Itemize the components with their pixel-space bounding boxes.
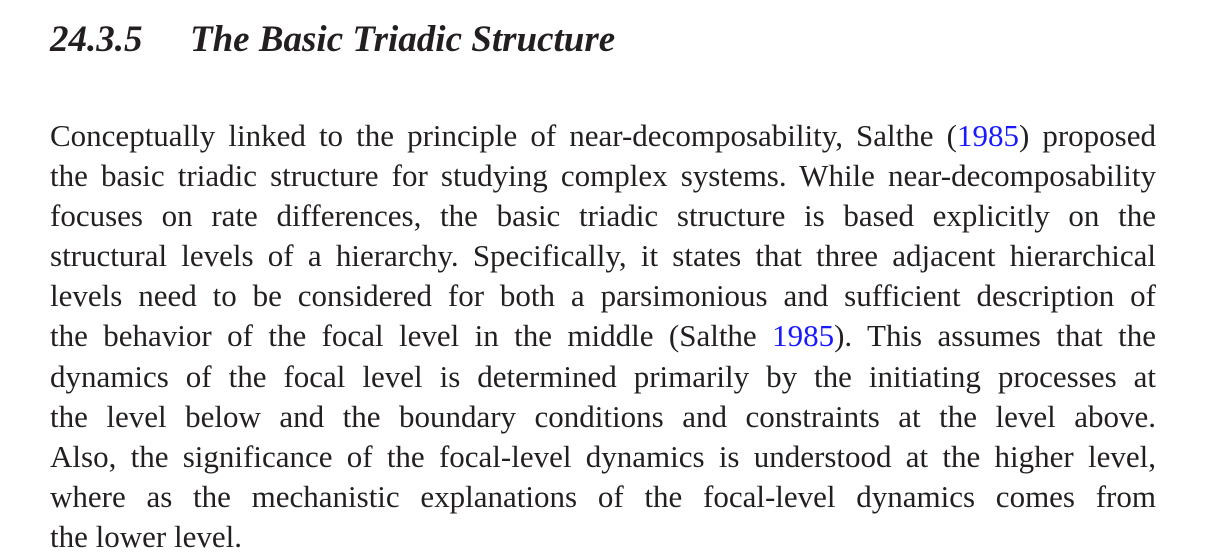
line-text: the basic triadic structure for studying… bbox=[50, 158, 1156, 194]
citation-link[interactable]: 1985 bbox=[957, 118, 1019, 153]
line-text: levels need to be considered for both a … bbox=[50, 278, 1156, 314]
text-line: the level below and the boundary conditi… bbox=[50, 397, 1156, 437]
line-text: the lower level. bbox=[50, 518, 242, 554]
line-text: the level below and the boundary conditi… bbox=[50, 398, 1156, 434]
text-line: where as the mechanistic explanations of… bbox=[50, 477, 1156, 517]
body-paragraph: Conceptually linked to the principle of … bbox=[50, 116, 1156, 557]
line-text: Conceptually linked to the principle of … bbox=[50, 118, 957, 153]
text-line: focuses on rate differences, the basic t… bbox=[50, 196, 1156, 236]
line-text: Also, the significance of the focal-leve… bbox=[50, 438, 1156, 474]
section-heading: 24.3.5 The Basic Triadic Structure bbox=[50, 18, 615, 62]
line-text: where as the mechanistic explanations of… bbox=[50, 478, 1156, 514]
text-line: levels need to be considered for both a … bbox=[50, 276, 1156, 316]
text-line: Also, the significance of the focal-leve… bbox=[50, 437, 1156, 477]
text-line: Conceptually linked to the principle of … bbox=[50, 116, 1156, 156]
text-line: structural levels of a hierarchy. Specif… bbox=[50, 236, 1156, 276]
line-text: focuses on rate differences, the basic t… bbox=[50, 198, 1156, 234]
text-line: the behavior of the focal level in the m… bbox=[50, 316, 1156, 356]
text-line: the basic triadic structure for studying… bbox=[50, 156, 1156, 196]
text-line: dynamics of the focal level is determine… bbox=[50, 357, 1156, 397]
line-text: ) proposed bbox=[1018, 118, 1156, 153]
citation-link[interactable]: 1985 bbox=[772, 318, 834, 353]
line-text: the behavior of the focal level in the m… bbox=[50, 318, 773, 354]
line-text: structural levels of a hierarchy. Specif… bbox=[50, 238, 1156, 274]
section-title: The Basic Triadic Structure bbox=[190, 19, 616, 60]
line-text: ). This assumes that the bbox=[834, 318, 1156, 354]
line-text: dynamics of the focal level is determine… bbox=[50, 358, 1156, 394]
text-line: the lower level. bbox=[50, 517, 1156, 557]
section-number: 24.3.5 bbox=[50, 19, 143, 60]
